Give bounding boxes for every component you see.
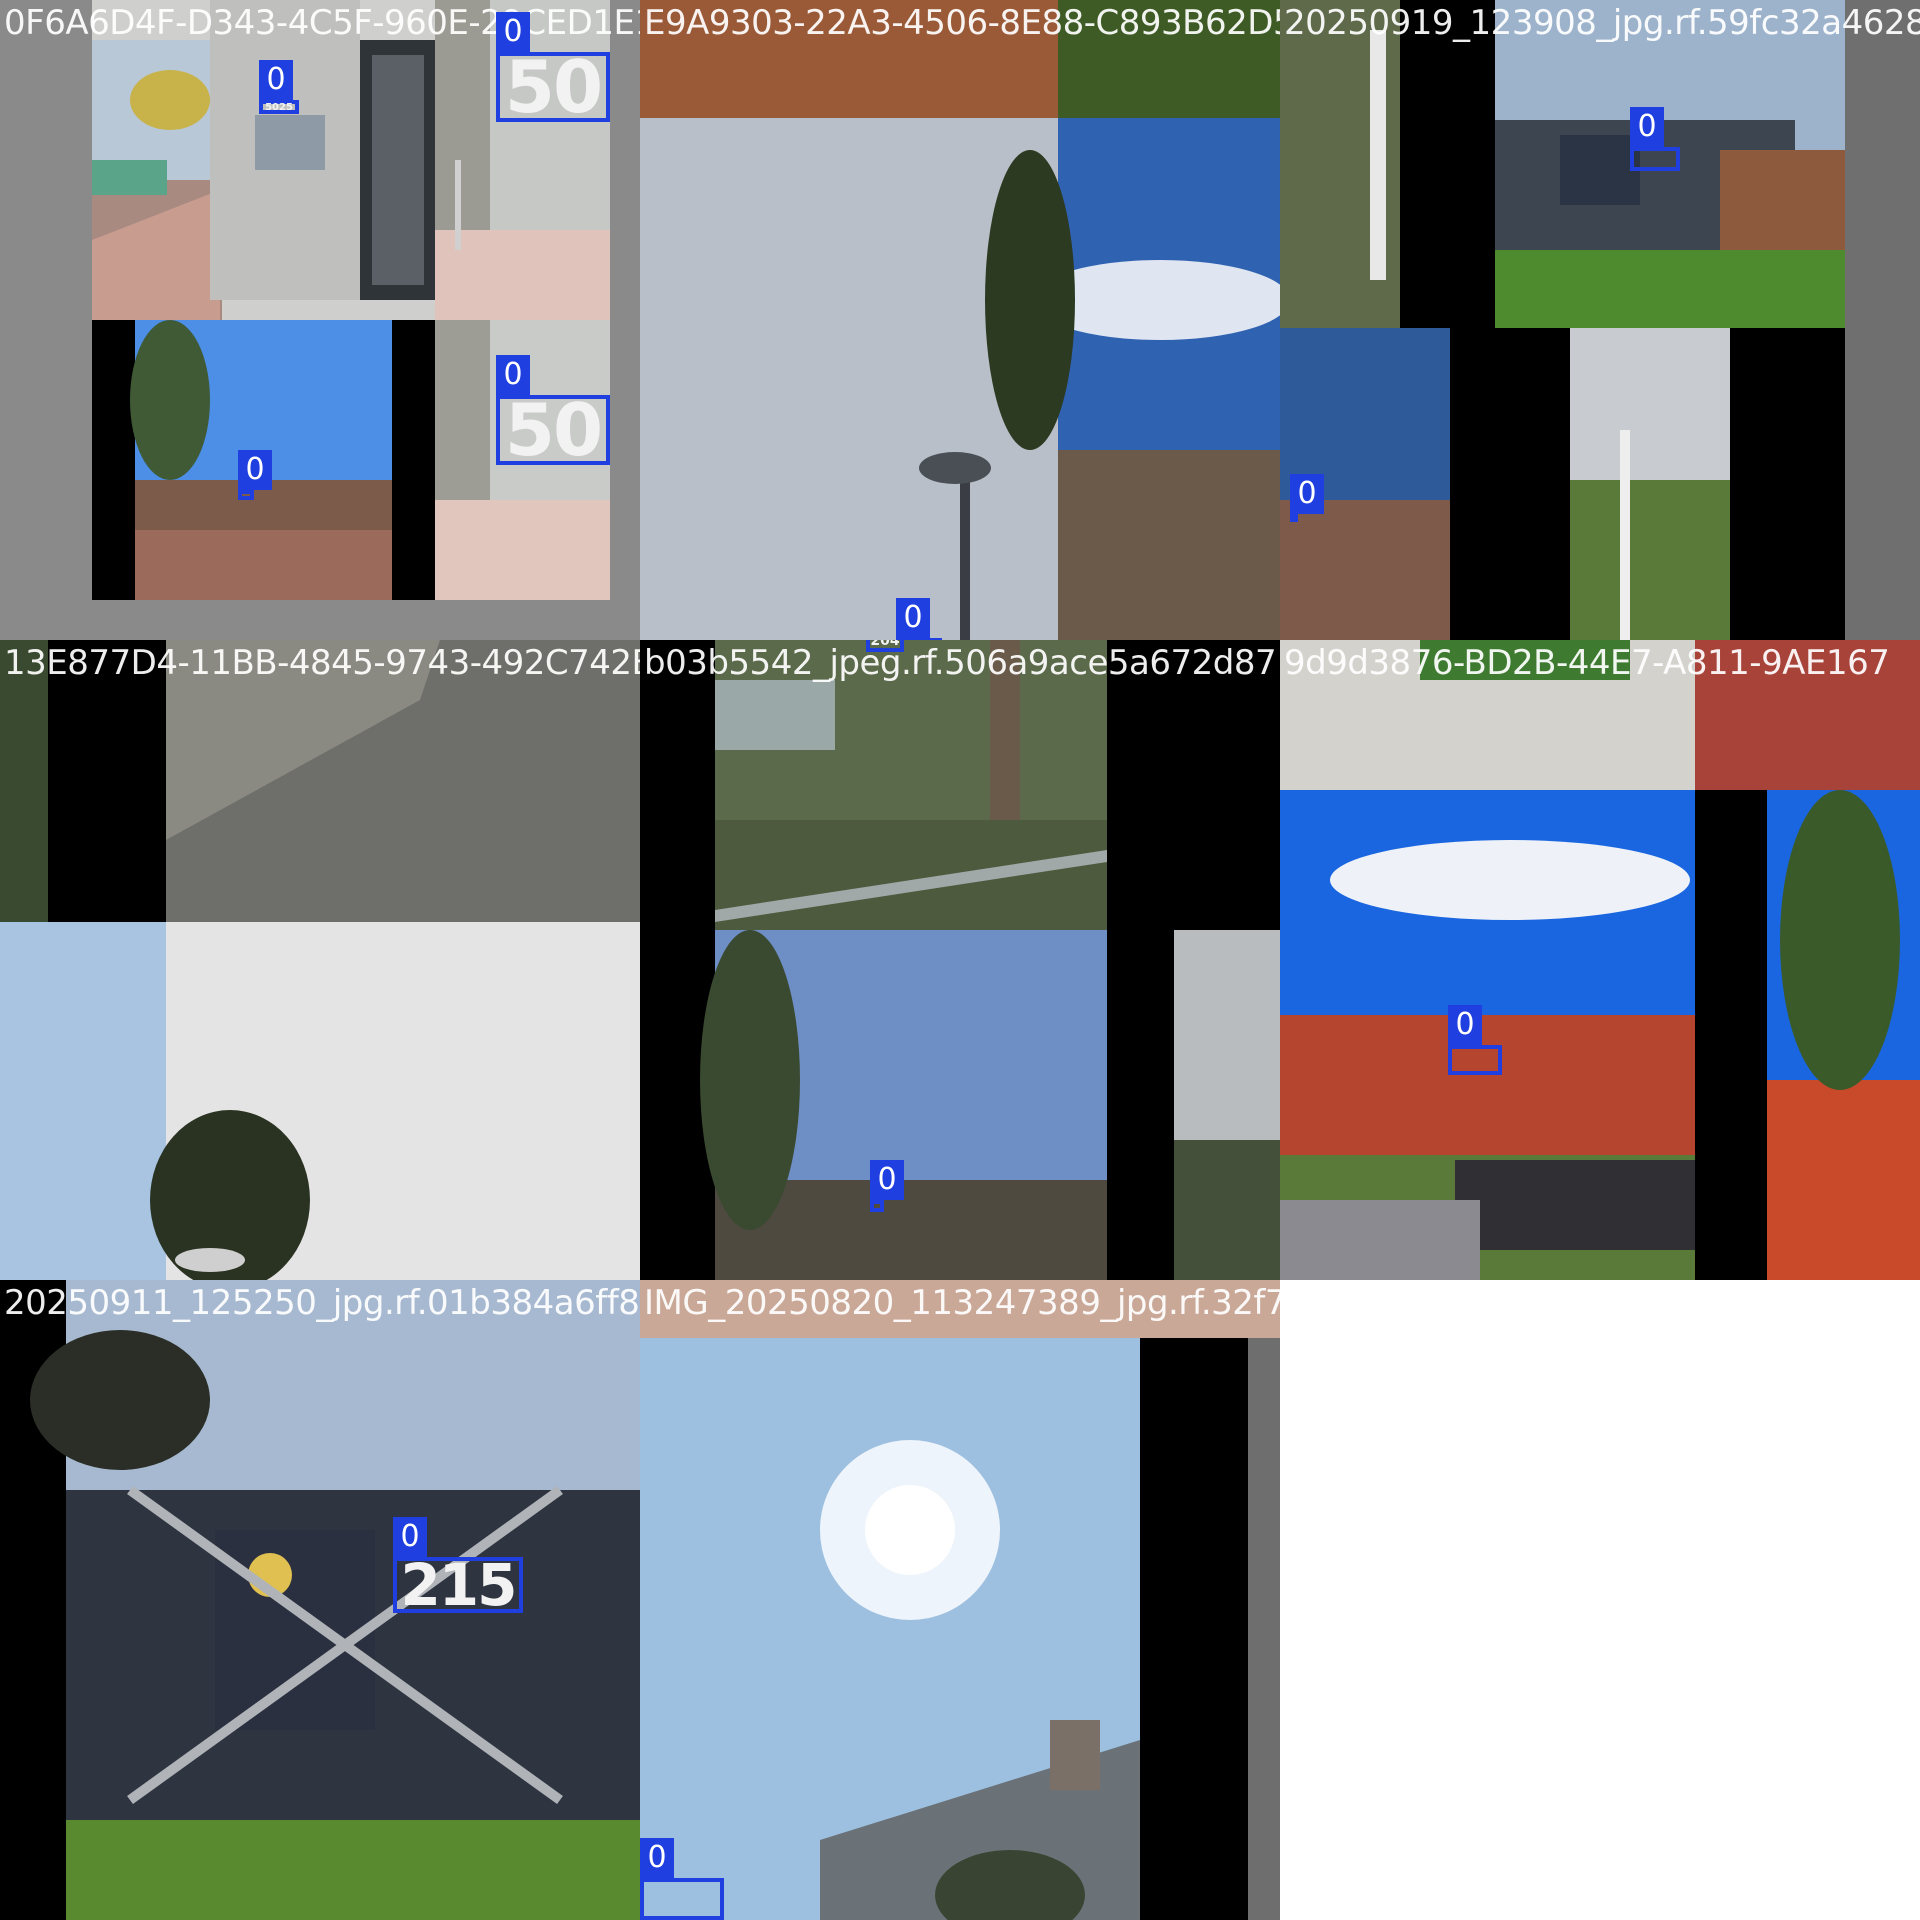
detection-box: 0 bbox=[1448, 1005, 1502, 1075]
tile-label: IMG_20250820_113247389_jpg.rf.32f73c1f7e bbox=[644, 1283, 1280, 1323]
class-tag: 0 bbox=[640, 1838, 674, 1878]
detection-box: 0 215 bbox=[393, 1517, 523, 1619]
detection-box: 0 bbox=[870, 1160, 904, 1212]
plate-number: 204 bbox=[870, 640, 900, 649]
detection-box: 0 bbox=[1630, 107, 1680, 171]
plate-number: 5025 bbox=[265, 101, 293, 113]
mosaic-tile-5: b03b5542_jpeg.rf.506a9ace5a672d87 204 0 bbox=[640, 640, 1280, 1280]
tile-label: 20250911_125250_jpg.rf.01b384a6ff8 bbox=[4, 1283, 640, 1323]
mosaic-tile-1: 0F6A6D4F-D343-4C5F-960E-29CED1E1AF29_jpg… bbox=[0, 0, 640, 640]
mosaic-tile-8: IMG_20250820_113247389_jpg.rf.32f73c1f7e… bbox=[640, 1280, 1280, 1920]
class-tag: 0 bbox=[238, 450, 272, 490]
tile-label: 20250919_123908_jpg.rf.59fc32a4628 bbox=[1284, 3, 1920, 43]
tile-4-photo-collage bbox=[0, 640, 640, 1280]
detection-box: 0 bbox=[640, 1838, 724, 1920]
class-tag: 0 bbox=[896, 598, 930, 638]
class-tag: 0 bbox=[1290, 474, 1324, 514]
tile-6-photo-collage bbox=[1280, 640, 1920, 1280]
detection-box: 0 bbox=[238, 450, 272, 500]
class-tag: 0 bbox=[1630, 107, 1664, 147]
tile-3-photo-collage bbox=[1280, 0, 1920, 640]
empty-mosaic-slot bbox=[1280, 1280, 1920, 1920]
tile-7-photo-collage bbox=[0, 1280, 640, 1920]
plate-number: 215 bbox=[400, 1551, 517, 1619]
tile-label: 9d9d3876-BD2B-44E7-A811-9AE167 bbox=[1284, 643, 1890, 683]
tile-label: b03b5542_jpeg.rf.506a9ace5a672d87 bbox=[644, 643, 1277, 683]
class-tag: 0 bbox=[870, 1160, 904, 1200]
plate-number: 50 bbox=[504, 388, 603, 472]
detection-box: 0 50 bbox=[496, 355, 610, 472]
tile-label: 13E877D4-11BB-4845-9743-492C742E0C3 bbox=[4, 643, 640, 683]
mosaic-tile-7: 20250911_125250_jpg.rf.01b384a6ff8 0 215 bbox=[0, 1280, 640, 1920]
plate-number: 50 bbox=[504, 45, 603, 129]
mosaic-tile-3: 20250919_123908_jpg.rf.59fc32a4628 0 0 bbox=[1280, 0, 1920, 640]
tile-label: E9A9303-22A3-4506-8E88-C893B62D5761_jpg bbox=[644, 3, 1280, 43]
tile-2-photo-collage bbox=[640, 0, 1280, 640]
detection-box: 0 50 bbox=[496, 12, 610, 129]
mosaic-tile-6: 9d9d3876-BD2B-44E7-A811-9AE167 0 bbox=[1280, 640, 1920, 1280]
mosaic-tile-2: E9A9303-22A3-4506-8E88-C893B62D5761_jpg … bbox=[640, 0, 1280, 640]
tile-label: 0F6A6D4F-D343-4C5F-960E-29CED1E1AF29_jpg bbox=[4, 3, 640, 43]
detection-box: 204 bbox=[866, 640, 904, 652]
class-tag: 0 bbox=[1448, 1005, 1482, 1045]
tile-5-photo-collage bbox=[640, 640, 1280, 1280]
detection-box: 0 bbox=[1290, 474, 1324, 522]
mosaic-tile-4: 13E877D4-11BB-4845-9743-492C742E0C3 bbox=[0, 640, 640, 1280]
detection-box: 0 5025 bbox=[259, 60, 299, 114]
class-tag: 0 bbox=[259, 60, 293, 100]
tile-8-photo-collage bbox=[640, 1280, 1280, 1920]
